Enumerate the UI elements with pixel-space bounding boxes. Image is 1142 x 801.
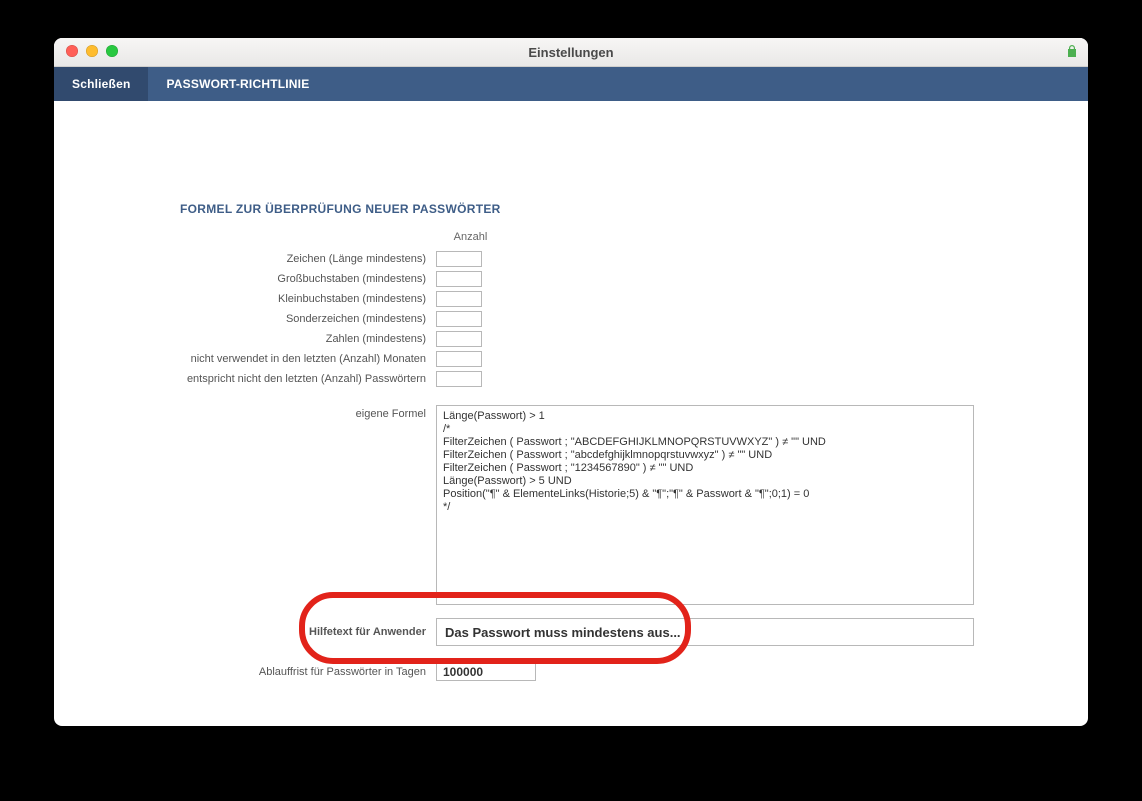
months-label: nicht verwendet in den letzten (Anzahl) … <box>54 353 436 365</box>
window-title: Einstellungen <box>54 45 1088 60</box>
lock-icon <box>1066 44 1078 58</box>
passwords-label: entspricht nicht den letzten (Anzahl) Pa… <box>54 373 436 385</box>
tab-password-policy[interactable]: PASSWORT-RICHTLINIE <box>148 67 327 101</box>
chars-label: Zeichen (Länge mindestens) <box>54 253 436 265</box>
passwords-input[interactable] <box>436 371 482 387</box>
chars-input[interactable] <box>436 251 482 267</box>
formula-label: eigene Formel <box>54 405 436 605</box>
section-title: FORMEL ZUR ÜBERPRÜFUNG NEUER PASSWÖRTER <box>180 202 501 216</box>
upper-label: Großbuchstaben (mindestens) <box>54 273 436 285</box>
helptext-input[interactable] <box>436 618 974 646</box>
titlebar: Einstellungen <box>54 38 1088 67</box>
toolbar: Schließen PASSWORT-RICHTLINIE <box>54 67 1088 101</box>
zoom-window-icon[interactable] <box>106 45 118 57</box>
digits-label: Zahlen (mindestens) <box>54 333 436 345</box>
helptext-label: Hilfetext für Anwender <box>54 626 436 638</box>
expiry-input[interactable] <box>436 663 536 681</box>
lower-input[interactable] <box>436 291 482 307</box>
lower-label: Kleinbuchstaben (mindestens) <box>54 293 436 305</box>
special-label: Sonderzeichen (mindestens) <box>54 313 436 325</box>
close-button[interactable]: Schließen <box>54 67 148 101</box>
settings-window: Einstellungen Schließen PASSWORT-RICHTLI… <box>54 38 1088 726</box>
minimize-window-icon[interactable] <box>86 45 98 57</box>
expiry-label: Ablauffrist für Passwörter in Tagen <box>54 666 436 678</box>
digits-input[interactable] <box>436 331 482 347</box>
upper-input[interactable] <box>436 271 482 287</box>
special-input[interactable] <box>436 311 482 327</box>
count-column-header: Anzahl <box>448 231 493 243</box>
window-controls <box>66 45 118 57</box>
formula-textarea[interactable] <box>436 405 974 605</box>
months-input[interactable] <box>436 351 482 367</box>
close-window-icon[interactable] <box>66 45 78 57</box>
